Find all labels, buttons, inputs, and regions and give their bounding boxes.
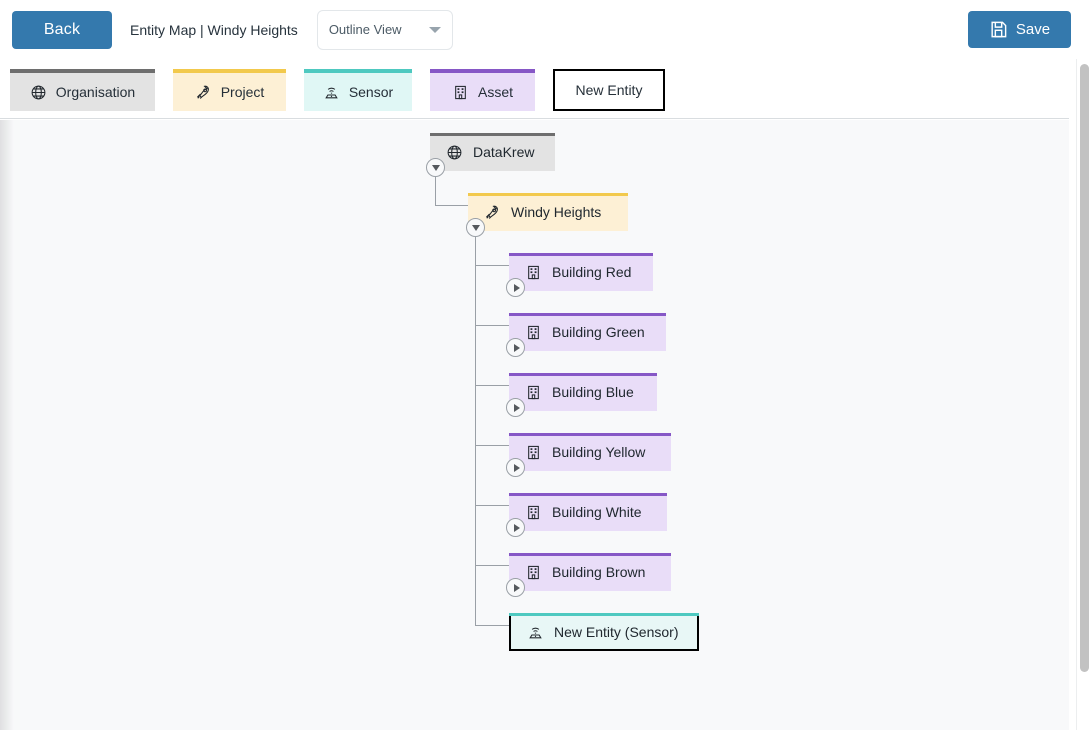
connector-windy-to-child-5 [475,565,509,566]
tab-accent-bar [173,69,286,73]
tree-node-buildingyellow[interactable]: Building Yellow [509,433,671,471]
back-button[interactable]: Back [12,10,112,49]
building-icon [525,324,542,341]
vertical-scrollbar[interactable] [1076,59,1091,730]
node-label: Building Green [552,324,645,340]
node-accent-bar [509,313,666,316]
connector-windy-to-child-3 [475,445,509,446]
save-button[interactable]: Save [968,11,1071,48]
tab-label: Asset [477,84,513,100]
tree-node-windyheights[interactable]: Windy Heights [468,193,628,231]
triangle-down-icon [471,224,480,231]
building-icon [525,564,542,581]
node-label: Building Blue [552,384,634,400]
node-accent-bar [509,553,671,556]
save-button-label: Save [1015,21,1051,38]
entity-type-tabbar: Organisation Project Sensor Asset New Entity [0,59,1069,119]
vertical-scrollbar-thumb[interactable] [1080,64,1089,672]
connector-windy-to-child-1 [475,325,509,326]
collapse-toggle-datakrew[interactable] [426,158,445,177]
triangle-right-icon [513,283,520,292]
node-label: New Entity (Sensor) [554,624,679,640]
view-mode-select[interactable]: Outline View [316,9,453,50]
tree-node-buildinggreen[interactable]: Building Green [509,313,666,351]
tab-new-entity[interactable]: New Entity [553,69,665,111]
triangle-right-icon [513,343,520,352]
node-accent-bar [468,193,628,196]
connector-datakrew-to-windy [435,205,468,206]
floppy-disk-icon [989,20,1008,39]
sensor-icon [323,84,340,101]
rocket-icon [484,204,501,221]
chevron-down-icon [428,26,441,33]
connector-windy-to-child-4 [475,505,509,506]
tree-node-buildingwhite[interactable]: Building White [509,493,667,531]
app-header: Back Entity Map | Windy Heights Outline … [0,0,1091,59]
breadcrumb: Entity Map | Windy Heights [130,21,298,38]
triangle-right-icon [513,583,520,592]
triangle-right-icon [513,523,520,532]
view-mode-value: Outline View [328,22,402,37]
triangle-down-icon [431,164,440,171]
node-label: Building Brown [552,564,646,580]
tab-accent-bar [10,69,155,73]
tab-project[interactable]: Project [173,69,286,111]
tab-label: New Entity [575,82,643,98]
tab-accent-bar [304,69,412,73]
tab-label: Sensor [348,84,394,100]
node-label: Building Red [552,264,632,280]
node-label: Building White [552,504,642,520]
building-icon [525,444,542,461]
tree-node-newentity[interactable]: New Entity (Sensor) [509,613,699,651]
tab-sensor[interactable]: Sensor [304,69,412,111]
tree-node-buildingblue[interactable]: Building Blue [509,373,657,411]
entity-map-page: Back Entity Map | Windy Heights Outline … [0,0,1091,730]
tab-label: Organisation [55,84,136,100]
building-icon [525,264,542,281]
collapse-toggle-windyheights[interactable] [466,218,485,237]
building-icon [525,384,542,401]
building-icon [452,84,469,101]
node-label: Windy Heights [511,204,602,220]
globe-icon [446,144,463,161]
rocket-icon [195,84,212,101]
connector-windy-to-child-6 [475,625,509,626]
expand-toggle-buildingyellow[interactable] [506,458,525,477]
entity-map-canvas[interactable]: DataKrew Windy Heights Building Red Buildin… [0,120,1069,730]
tab-organisation[interactable]: Organisation [10,69,155,111]
connector-windy-to-child-0 [475,265,509,266]
tab-asset[interactable]: Asset [430,69,535,111]
building-icon [525,504,542,521]
tree-node-datakrew[interactable]: DataKrew [430,133,555,171]
tab-accent-bar [430,69,535,73]
node-accent-bar [509,433,671,436]
globe-icon [30,84,47,101]
tab-label: Project [220,84,265,100]
node-accent-bar [509,373,657,376]
expand-toggle-buildingblue[interactable] [506,398,525,417]
triangle-right-icon [513,463,520,472]
tree-node-buildingbrown[interactable]: Building Brown [509,553,671,591]
node-accent-bar [430,133,555,136]
expand-toggle-buildingred[interactable] [506,278,525,297]
tree-node-buildingred[interactable]: Building Red [509,253,653,291]
expand-toggle-buildingwhite[interactable] [506,518,525,537]
node-label: DataKrew [473,144,535,160]
expand-toggle-buildinggreen[interactable] [506,338,525,357]
node-accent-bar [509,493,667,496]
expand-toggle-buildingbrown[interactable] [506,578,525,597]
node-accent-bar [509,253,653,256]
node-label: Building Yellow [552,444,646,460]
sensor-icon [527,624,544,641]
node-accent-bar [509,613,699,616]
connector-windy-to-child-2 [475,385,509,386]
triangle-right-icon [513,403,520,412]
